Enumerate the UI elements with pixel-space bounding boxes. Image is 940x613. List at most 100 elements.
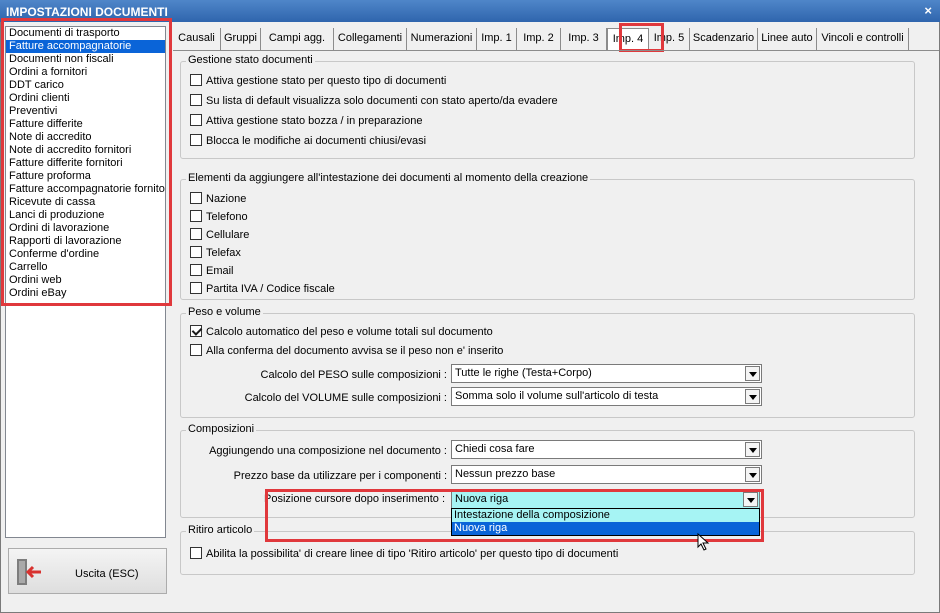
document-type-item[interactable]: Ordini eBay	[6, 287, 165, 300]
tab-causali[interactable]: Causali	[173, 28, 221, 50]
document-type-item[interactable]: Fatture accompagnatorie fornito	[6, 183, 165, 196]
exit-button-label: Uscita (ESC)	[75, 568, 139, 580]
group-title: Peso e volume	[186, 306, 263, 318]
document-type-item[interactable]: Ordini a fornitori	[6, 66, 165, 79]
tab-imp-4[interactable]: Imp. 4	[607, 28, 649, 50]
document-type-item[interactable]: Fatture differite fornitori	[6, 157, 165, 170]
document-type-item[interactable]: Ordini web	[6, 274, 165, 287]
document-type-item[interactable]: Lanci di produzione	[6, 209, 165, 222]
group-title: Elementi da aggiungere all'intestazione …	[186, 172, 591, 184]
tab-strip: Causali Gruppi Campi agg. Collegamenti Numer…	[173, 28, 939, 50]
checkbox-box[interactable]	[190, 282, 202, 294]
checkbox-box[interactable]	[190, 134, 202, 146]
checkbox-label: Attiva gestione stato bozza / in prepara…	[206, 115, 423, 127]
checkbox-box[interactable]	[190, 246, 202, 258]
option-checkbox[interactable]: Alla conferma del documento avvisa se il…	[190, 344, 503, 358]
peso-combo-value: Tutte le righe (Testa+Corpo)	[455, 367, 592, 379]
option-checkbox[interactable]: Email	[190, 264, 234, 278]
option-checkbox[interactable]: Calcolo automatico del peso e volume tot…	[190, 325, 493, 339]
document-type-item[interactable]: Fatture accompagnatorie	[6, 40, 165, 53]
checkbox-label: Partita IVA / Codice fiscale	[206, 283, 335, 295]
document-type-list[interactable]: Documenti di trasporto Fatture accompagna…	[5, 26, 166, 538]
document-type-item[interactable]: Conferme d'ordine	[6, 248, 165, 261]
peso-combo[interactable]: Tutte le righe (Testa+Corpo)	[451, 364, 762, 383]
volume-combo-label: Calcolo del VOLUME sulle composizioni :	[244, 392, 447, 404]
document-type-item[interactable]: Preventivi	[6, 105, 165, 118]
tab-scadenzario[interactable]: Scadenzario	[690, 28, 758, 50]
tab-linee-auto[interactable]: Linee auto	[758, 28, 817, 50]
checkbox-box[interactable]	[190, 325, 202, 337]
option-checkbox[interactable]: Su lista di default visualizza solo docu…	[190, 94, 558, 108]
checkbox-box[interactable]	[190, 192, 202, 204]
tab-imp-5[interactable]: Imp. 5	[649, 28, 690, 50]
checkbox-box[interactable]	[190, 264, 202, 276]
chevron-down-icon[interactable]	[745, 467, 760, 482]
aggiungendo-combo-label: Aggiungendo una composizione nel documen…	[209, 445, 447, 457]
tab-numerazioni[interactable]: Numerazioni	[407, 28, 477, 50]
checkbox-box[interactable]	[190, 228, 202, 240]
checkbox-label: Su lista di default visualizza solo docu…	[206, 95, 558, 107]
cursore-combo[interactable]: Nuova riga	[451, 490, 760, 509]
group-title: Ritiro articolo	[186, 524, 255, 536]
checkbox-label: Telefono	[206, 211, 248, 223]
option-checkbox[interactable]: Telefono	[190, 210, 248, 224]
checkbox-box[interactable]	[190, 344, 202, 356]
chevron-down-icon[interactable]	[745, 366, 760, 381]
document-type-item[interactable]: Rapporti di lavorazione	[6, 235, 165, 248]
chevron-down-icon[interactable]	[745, 442, 760, 457]
exit-button[interactable]: Uscita (ESC)	[8, 548, 167, 594]
window-titlebar: IMPOSTAZIONI DOCUMENTI ×	[0, 0, 940, 22]
document-type-item[interactable]: Documenti di trasporto	[6, 27, 165, 40]
document-type-item[interactable]: Note di accredito fornitori	[6, 144, 165, 157]
document-type-item[interactable]: Ordini clienti	[6, 92, 165, 105]
group-title: Composizioni	[186, 423, 257, 435]
checkbox-label: Nazione	[206, 193, 247, 205]
option-checkbox[interactable]: Partita IVA / Codice fiscale	[190, 282, 335, 296]
dropdown-option[interactable]: Intestazione della composizione	[452, 509, 759, 522]
document-type-item[interactable]: Ricevute di cassa	[6, 196, 165, 209]
tab-gruppi[interactable]: Gruppi	[221, 28, 261, 50]
mouse-pointer-icon	[697, 533, 710, 551]
cursore-dropdown-list[interactable]: Intestazione della composizione Nuova rig…	[451, 508, 760, 536]
option-checkbox[interactable]: Telefax	[190, 246, 241, 260]
document-type-item[interactable]: Fatture proforma	[6, 170, 165, 183]
tab-collegamenti[interactable]: Collegamenti	[334, 28, 407, 50]
tab-imp-3[interactable]: Imp. 3	[561, 28, 607, 50]
tab-imp-1[interactable]: Imp. 1	[477, 28, 517, 50]
checkbox-box[interactable]	[190, 547, 202, 559]
document-type-item[interactable]: Ordini di lavorazione	[6, 222, 165, 235]
checkbox-box[interactable]	[190, 210, 202, 222]
checkbox-box[interactable]	[190, 114, 202, 126]
tab-campi-agg[interactable]: Campi agg.	[261, 28, 334, 50]
prezzo-combo-label: Prezzo base da utilizzare per i componen…	[233, 470, 447, 482]
aggiungendo-combo-value: Chiedi cosa fare	[455, 443, 535, 455]
document-type-item[interactable]: Note di accredito	[6, 131, 165, 144]
window-title: IMPOSTAZIONI DOCUMENTI	[6, 5, 168, 19]
close-icon[interactable]: ×	[924, 3, 932, 18]
cursore-combo-value: Nuova riga	[455, 493, 509, 505]
checkbox-box[interactable]	[190, 94, 202, 106]
tab-vincoli-e-controlli[interactable]: Vincoli e controlli	[817, 28, 909, 50]
dropdown-option[interactable]: Nuova riga	[452, 522, 759, 535]
prezzo-combo-value: Nessun prezzo base	[455, 468, 556, 480]
prezzo-combo[interactable]: Nessun prezzo base	[451, 465, 762, 484]
option-checkbox[interactable]: Nazione	[190, 192, 246, 206]
tab-imp-2[interactable]: Imp. 2	[517, 28, 561, 50]
peso-combo-label: Calcolo del PESO sulle composizioni :	[260, 369, 447, 381]
document-type-item[interactable]: Fatture differite	[6, 118, 165, 131]
option-checkbox[interactable]: Cellulare	[190, 228, 249, 242]
document-type-item[interactable]: DDT carico	[6, 79, 165, 92]
option-checkbox[interactable]: Blocca le modifiche ai documenti chiusi/…	[190, 134, 426, 148]
option-checkbox[interactable]: Attiva gestione stato per questo tipo di…	[190, 74, 446, 88]
checkbox-label: Cellulare	[206, 229, 250, 241]
aggiungendo-combo[interactable]: Chiedi cosa fare	[451, 440, 762, 459]
checkbox-label: Calcolo automatico del peso e volume tot…	[206, 326, 493, 338]
chevron-down-icon[interactable]	[743, 492, 758, 507]
option-checkbox[interactable]: Attiva gestione stato bozza / in prepara…	[190, 114, 422, 128]
checkbox-box[interactable]	[190, 74, 202, 86]
chevron-down-icon[interactable]	[745, 389, 760, 404]
ritiro-checkbox[interactable]: Abilita la possibilita' di creare linee …	[190, 547, 618, 561]
document-type-item[interactable]: Documenti non fiscali	[6, 53, 165, 66]
volume-combo[interactable]: Somma solo il volume sull'articolo di te…	[451, 387, 762, 406]
document-type-item[interactable]: Carrello	[6, 261, 165, 274]
